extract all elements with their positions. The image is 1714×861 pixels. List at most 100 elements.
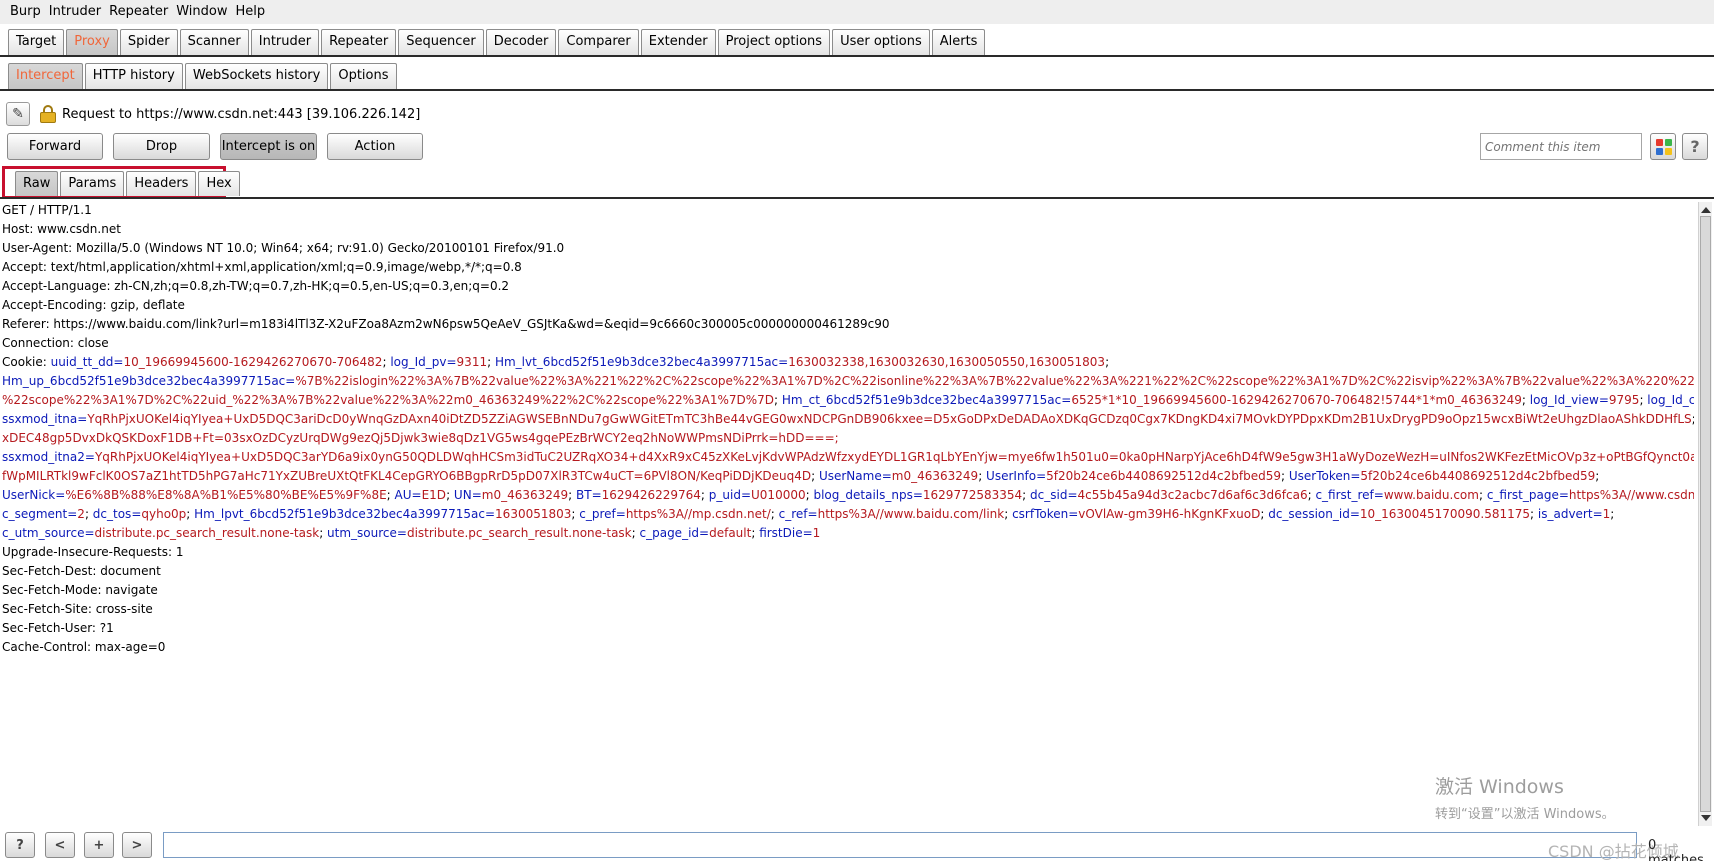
scroll-up-arrow-icon[interactable] xyxy=(1701,207,1711,213)
menu-burp[interactable]: Burp xyxy=(6,0,45,24)
cookie-separator: ; xyxy=(1595,469,1604,483)
cookie-line: xDEC48gp5DvxDkQSKDoxF1DB+Ft=03sxOzDCyzUr… xyxy=(2,429,1694,448)
cookie-line: fWpMILRTkl9wFclK0OS7aZ1htTD5hPG7aHc71YxZ… xyxy=(2,467,1694,486)
message-view-tabs: Raw Params Headers Hex xyxy=(2,166,240,199)
cookie-line: ssxmod_itna=YqRhPjxUOKel4iqYIyea+UxD5DQC… xyxy=(2,410,1694,429)
tab-repeater[interactable]: Repeater xyxy=(321,29,397,55)
cookie-name: utm_source xyxy=(327,526,397,540)
cookie-equals: = xyxy=(740,488,752,502)
subtab-websockets-history[interactable]: WebSockets history xyxy=(184,63,329,89)
menu-window[interactable]: Window xyxy=(172,0,231,24)
cookie-value: 10_1630045170090.581175 xyxy=(1359,507,1531,521)
tab-sequencer[interactable]: Sequencer xyxy=(398,29,484,55)
menu-help[interactable]: Help xyxy=(232,0,270,24)
edit-pencil-icon[interactable]: ✎ xyxy=(6,102,30,126)
cookie-value: www.baidu.com xyxy=(1383,488,1479,502)
cookie-value: 1629426229764 xyxy=(601,488,701,502)
previous-match-button[interactable]: < xyxy=(45,832,75,858)
cookie-name: ssxmod_itna2 xyxy=(2,450,85,464)
cookie-equals: = xyxy=(881,469,892,483)
proxy-sub-tab-bar: Intercept HTTP history WebSockets history O… xyxy=(0,61,1714,91)
viewtab-params[interactable]: Params xyxy=(60,171,125,196)
comment-input[interactable] xyxy=(1480,133,1642,160)
request-line: GET / HTTP/1.1 xyxy=(2,203,92,217)
viewtab-raw[interactable]: Raw xyxy=(15,171,59,196)
cookie-separator: ; xyxy=(978,469,987,483)
main-tab-bar: Target Proxy Spider Scanner Intruder Repeater… xyxy=(0,28,1714,57)
add-search-button[interactable]: + xyxy=(84,832,114,858)
cookie-equals: = xyxy=(615,507,626,521)
tab-spider[interactable]: Spider xyxy=(119,29,178,55)
tab-scanner[interactable]: Scanner xyxy=(179,29,249,55)
menu-bar: Burp Intruder Repeater Window Help xyxy=(0,0,1714,24)
cookie-name: BT xyxy=(576,488,592,502)
highlight-color-button[interactable] xyxy=(1650,133,1676,160)
tab-decoder[interactable]: Decoder xyxy=(485,29,557,55)
cookie-line: ssxmod_itna2=YqRhPjxUOKel4iqYIyea+UxD5DQ… xyxy=(2,448,1694,467)
cookie-value: 9795 xyxy=(1608,393,1640,407)
action-button[interactable]: Action xyxy=(327,133,423,160)
tab-intruder[interactable]: Intruder xyxy=(250,29,320,55)
lock-icon xyxy=(40,105,56,123)
cookie-name: c_utm_source xyxy=(2,526,85,540)
cookie-value: m0_46363249 xyxy=(481,488,569,502)
cookie-name: c_first_ref xyxy=(1315,488,1374,502)
search-help-button[interactable]: ? xyxy=(5,832,35,858)
tab-target[interactable]: Target xyxy=(8,29,65,55)
scrollbar-thumb[interactable] xyxy=(1700,216,1711,812)
editor-scrollbar[interactable] xyxy=(1698,202,1712,826)
request-line: Referer: https://www.baidu.com/link?url=… xyxy=(2,317,890,331)
tab-user-options[interactable]: User options xyxy=(832,29,930,55)
cookie-name: p_uid xyxy=(708,488,741,502)
menu-repeater[interactable]: Repeater xyxy=(105,0,172,24)
request-line: Accept-Language: zh-CN,zh;q=0.8,zh-TW;q=… xyxy=(2,279,510,293)
request-editor[interactable]: GET / HTTP/1.1 Host: www.csdn.net User-Age… xyxy=(2,201,1694,825)
request-line: User-Agent: Mozilla/5.0 (Windows NT 10.0… xyxy=(2,241,565,255)
tab-proxy[interactable]: Proxy xyxy=(66,29,118,55)
request-line: Upgrade-Insecure-Requests: 1 xyxy=(2,545,184,559)
tab-extender[interactable]: Extender xyxy=(640,29,716,55)
tab-comparer[interactable]: Comparer xyxy=(558,29,639,55)
next-match-button[interactable]: > xyxy=(122,832,152,858)
cookie-name: dc_sid xyxy=(1030,488,1068,502)
cookie-value: 6525*1*10_19669945600-1629426270670-7064… xyxy=(1071,393,1522,407)
cookie-value: 1 xyxy=(812,526,821,540)
cookie-value: YqRhPjxUOKel4iqYIyea+UxD5DQC3ariDcD0yWnq… xyxy=(87,412,1692,426)
scroll-down-arrow-icon[interactable] xyxy=(1701,815,1711,821)
forward-button[interactable]: Forward xyxy=(7,133,103,160)
subtab-intercept[interactable]: Intercept xyxy=(8,63,83,89)
viewtab-headers[interactable]: Headers xyxy=(126,171,197,196)
cookie-separator: ; xyxy=(751,526,760,540)
request-line: Accept-Encoding: gzip, deflate xyxy=(2,298,185,312)
viewtab-hex[interactable]: Hex xyxy=(198,171,240,196)
cookie-equals: = xyxy=(699,526,710,540)
cookie-value: 5f20b24ce6b4408692512d4c2bfbed59 xyxy=(1046,469,1281,483)
cookie-name: log_Id_view xyxy=(1529,393,1599,407)
tab-project-options[interactable]: Project options xyxy=(717,29,831,55)
help-button[interactable]: ? xyxy=(1682,133,1708,160)
subtab-options[interactable]: Options xyxy=(330,63,397,89)
cookie-equals: = xyxy=(1350,469,1361,483)
cookie-value: 4c55b45a94d3c2acbc7d6af6c3d6fca6 xyxy=(1077,488,1308,502)
tab-alerts[interactable]: Alerts xyxy=(931,29,986,55)
cookie-value: 5f20b24ce6b4408692512d4c2bfbed59 xyxy=(1360,469,1596,483)
cookie-separator: ; xyxy=(1478,488,1487,502)
cookie-equals: = xyxy=(84,450,95,464)
cookie-separator: ; xyxy=(1530,507,1538,521)
cookie-name: is_advert xyxy=(1537,507,1593,521)
request-line: Accept: text/html,application/xhtml+xml,… xyxy=(2,260,522,274)
menu-intruder[interactable]: Intruder xyxy=(45,0,105,24)
cookie-name: c_segment xyxy=(2,507,68,521)
cookie-separator: ; xyxy=(770,507,779,521)
drop-button[interactable]: Drop xyxy=(113,133,210,160)
cookie-separator: ; xyxy=(1105,355,1113,369)
subtab-http-history[interactable]: HTTP history xyxy=(84,63,183,89)
cookie-name: UserNick xyxy=(2,488,56,502)
cookie-equals: = xyxy=(1373,488,1384,502)
cookie-equals: = xyxy=(1558,488,1569,502)
search-input[interactable] xyxy=(163,832,1637,858)
cookie-line: c_segment=2; dc_tos=qyho0p; Hm_lpvt_6bcd… xyxy=(2,505,1694,524)
cookie-equals: = xyxy=(77,412,88,426)
intercept-toggle-button[interactable]: Intercept is on xyxy=(220,133,317,160)
watermark-line-2: 转到“设置”以激活 Windows。 xyxy=(1435,807,1615,822)
